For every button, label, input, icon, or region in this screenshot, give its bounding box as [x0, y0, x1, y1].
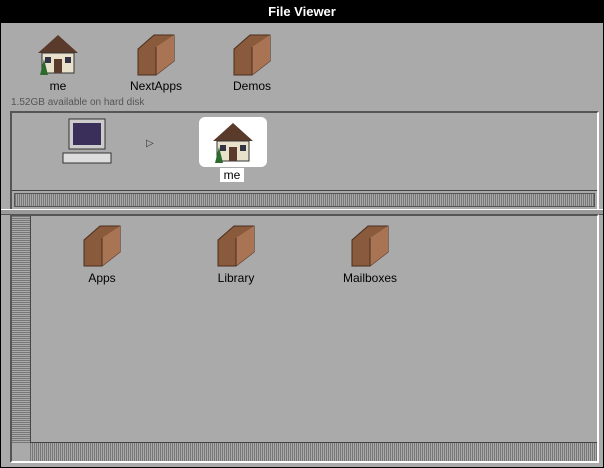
folder-icon [137, 34, 175, 76]
file-label: Library [217, 271, 255, 285]
computer-icon[interactable] [61, 117, 113, 167]
file-label: Apps [88, 271, 116, 285]
file-viewer-window: File Viewer me NextApps Demos 1.52GB ava… [0, 0, 604, 468]
shelf-item-nextapps[interactable]: NextApps [116, 31, 196, 93]
folder-icon [233, 34, 271, 76]
shelf-label: me [49, 79, 67, 93]
file-item-library[interactable]: Library [191, 221, 281, 285]
shelf-item-me[interactable]: me [18, 31, 98, 93]
window-title[interactable]: File Viewer [1, 1, 603, 23]
path-arrow-icon: ▷ [146, 138, 154, 149]
browser-scrollbar[interactable] [12, 190, 597, 209]
house-icon [38, 35, 78, 75]
horizontal-scrollbar[interactable] [30, 442, 597, 461]
shelf-item-demos[interactable]: Demos [212, 31, 292, 93]
house-icon [213, 123, 253, 163]
shelf-label: NextApps [129, 79, 183, 93]
file-item-mailboxes[interactable]: Mailboxes [325, 221, 415, 285]
folder-icon [351, 225, 389, 267]
folder-icon [83, 225, 121, 267]
shelf-label: Demos [232, 79, 271, 93]
selected-folder-highlight[interactable] [199, 117, 267, 167]
vertical-scrollbar[interactable] [12, 216, 31, 443]
file-label: Mailboxes [342, 271, 398, 285]
file-item-apps[interactable]: Apps [57, 221, 147, 285]
selected-folder-label[interactable]: me [220, 168, 244, 182]
folder-icon [217, 225, 255, 267]
disk-space-info: 1.52GB available on hard disk [11, 97, 145, 108]
